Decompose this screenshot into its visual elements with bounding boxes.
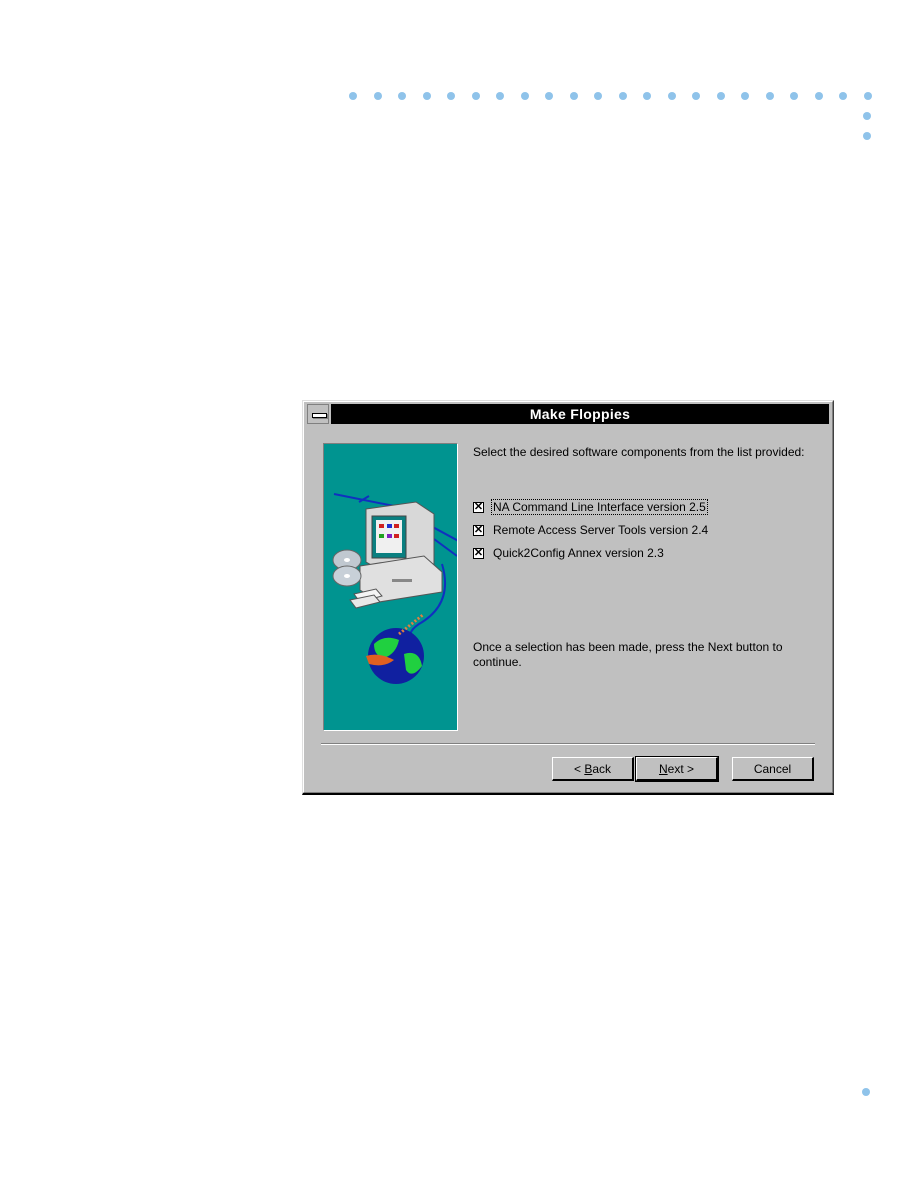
decorative-dot	[447, 92, 455, 100]
footer-instruction-text: Once a selection has been made, press th…	[473, 640, 783, 669]
back-prefix: <	[573, 761, 585, 776]
decorative-dot	[863, 112, 871, 120]
dialog-title: Make Floppies	[331, 404, 829, 424]
decorative-dot	[594, 92, 602, 100]
checkbox-label[interactable]: Remote Access Server Tools version 2.4	[492, 523, 709, 537]
decorative-dot	[692, 92, 700, 100]
decorative-dot	[349, 92, 357, 100]
make-floppies-dialog: Make Floppies Select the desired softwar…	[302, 400, 834, 795]
component-checkbox-row[interactable]: ✕ Quick2Config Annex version 2.3	[473, 545, 665, 561]
decorative-dot	[422, 92, 431, 100]
title-bar: Make Floppies	[307, 404, 829, 424]
decorative-dot	[471, 92, 480, 100]
back-button[interactable]: < Back	[552, 757, 634, 781]
instruction-text: Select the desired software components f…	[473, 445, 805, 459]
checkbox-label[interactable]: NA Command Line Interface version 2.5	[491, 499, 708, 515]
system-menu-icon[interactable]	[307, 404, 329, 424]
decorative-dot	[716, 92, 725, 100]
next-accel: N	[658, 761, 668, 776]
separator	[321, 743, 815, 745]
globe-icon	[366, 612, 425, 684]
decorative-dot	[862, 1088, 870, 1096]
decorative-dot	[496, 92, 504, 100]
decorative-dot	[520, 92, 529, 100]
decorative-dot	[790, 92, 798, 100]
decorative-dot	[667, 92, 676, 100]
decorative-dot	[839, 92, 847, 100]
checkbox[interactable]: ✕	[473, 501, 484, 513]
decorative-dot	[814, 92, 823, 100]
next-button[interactable]: Next >	[635, 756, 719, 782]
decorative-dot	[765, 92, 774, 100]
decorative-dot	[398, 92, 406, 100]
cancel-button[interactable]: Cancel	[732, 757, 814, 781]
decorative-dot	[643, 92, 651, 100]
back-rest: ack	[592, 761, 612, 776]
decorative-dot	[569, 92, 578, 100]
component-checkbox-row[interactable]: ✕ NA Command Line Interface version 2.5	[473, 499, 708, 515]
checkbox[interactable]: ✕	[473, 547, 484, 559]
next-rest: ext >	[667, 761, 695, 776]
decorative-dot	[545, 92, 553, 100]
computer-icon	[359, 501, 443, 603]
decorative-dot	[618, 92, 627, 100]
checkbox[interactable]: ✕	[473, 524, 484, 536]
checkbox-label[interactable]: Quick2Config Annex version 2.3	[492, 546, 665, 560]
decorative-dot	[863, 92, 872, 100]
floppy-disk-icon	[349, 588, 383, 609]
component-checkbox-row[interactable]: ✕ Remote Access Server Tools version 2.4	[473, 522, 709, 538]
cd-icon	[332, 549, 362, 587]
decorative-dot	[863, 132, 871, 140]
decorative-dot	[741, 92, 749, 100]
decorative-dot	[373, 92, 382, 100]
computer-network-illustration	[323, 443, 458, 731]
